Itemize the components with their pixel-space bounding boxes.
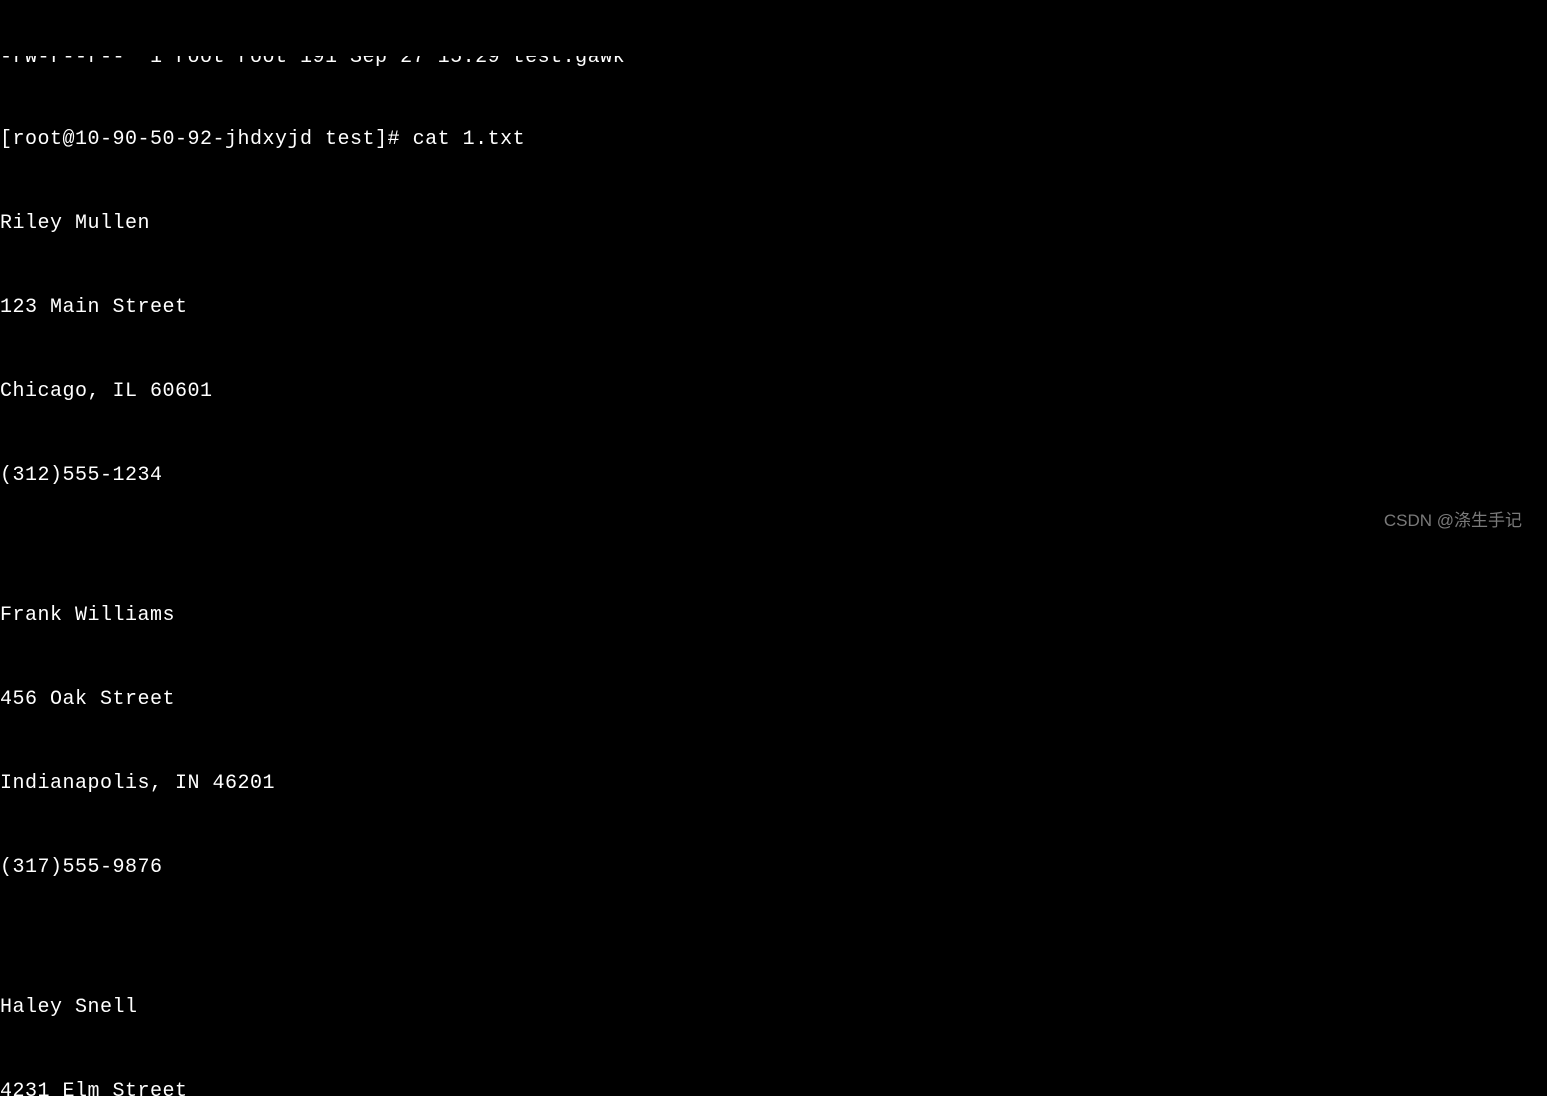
ls-output-line: -rw-r--r-- 1 root root 191 Sep 27 15:29 … <box>0 56 625 70</box>
csdn-watermark: CSDN @涤生手记 <box>1384 509 1522 533</box>
file-line: 4231 Elm Street <box>0 1078 1547 1096</box>
shell-prompt: [root@10-90-50-92-jhdxyjd test]# <box>0 128 413 151</box>
file-line: Indianapolis, IN 46201 <box>0 770 1547 798</box>
file-line: (312)555-1234 <box>0 462 1547 490</box>
file-line: Riley Mullen <box>0 210 1547 238</box>
cat-command: cat 1.txt <box>413 128 526 151</box>
terminal-window[interactable]: -rw-r--r-- 1 root root 191 Sep 27 15:29 … <box>0 0 1547 1096</box>
command-line-1: [root@10-90-50-92-jhdxyjd test]# cat 1.t… <box>0 126 1547 154</box>
file-line: (317)555-9876 <box>0 854 1547 882</box>
partial-previous-output: -rw-r--r-- 1 root root 191 Sep 27 15:29 … <box>0 56 1547 70</box>
file-line: 456 Oak Street <box>0 686 1547 714</box>
file-line: Frank Williams <box>0 602 1547 630</box>
file-line: Chicago, IL 60601 <box>0 378 1547 406</box>
file-line: 123 Main Street <box>0 294 1547 322</box>
file-line: Haley Snell <box>0 994 1547 1022</box>
